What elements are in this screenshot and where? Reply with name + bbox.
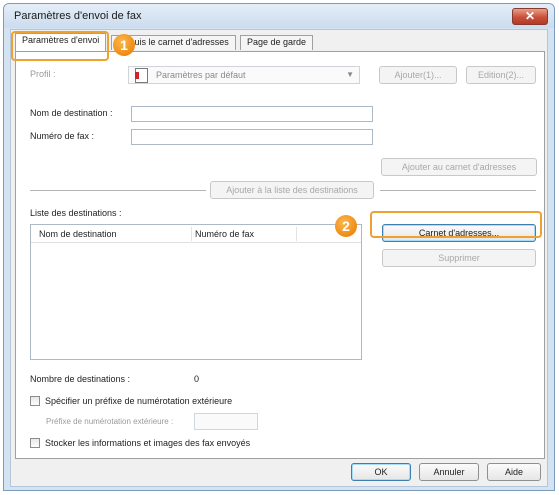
callout-badge-1: 1 xyxy=(113,34,135,56)
destination-count-value: 0 xyxy=(194,374,200,384)
prefix-checkbox-label[interactable]: Spécifier un préfixe de numérotation ext… xyxy=(45,396,232,406)
divider-left xyxy=(30,190,206,191)
column-fax-number[interactable]: Numéro de fax xyxy=(195,229,254,239)
tab-send-settings[interactable]: Paramètres d'envoi xyxy=(15,33,107,51)
profile-selected-value: Paramètres par défaut xyxy=(156,70,246,80)
destination-name-label: Nom de destination : xyxy=(30,108,113,118)
divider-right xyxy=(380,190,536,191)
prefix-checkbox[interactable] xyxy=(30,396,40,406)
close-button[interactable]: ✕ xyxy=(512,8,548,25)
destination-list-label: Liste des destinations : xyxy=(30,208,122,218)
ok-button[interactable]: OK xyxy=(351,463,411,481)
send-settings-panel: Profil : Paramètres par défaut ▼ Ajouter… xyxy=(15,51,545,459)
prefix-field-label: Préfixe de numérotation extérieure : xyxy=(46,417,174,426)
title-bar: Paramètres d'envoi de fax ✕ xyxy=(4,4,554,28)
destination-list-header: Nom de destination Numéro de fax xyxy=(31,225,361,243)
window-title: Paramètres d'envoi de fax xyxy=(14,10,142,22)
dialog-client-area: Paramètres d'envoi Depuis le carnet d'ad… xyxy=(10,29,548,487)
profile-select: Paramètres par défaut ▼ xyxy=(128,66,360,84)
callout-badge-2: 2 xyxy=(335,215,357,237)
tab-cover-page[interactable]: Page de garde xyxy=(240,35,314,50)
column-separator xyxy=(191,227,192,241)
profile-label: Profil : xyxy=(30,69,56,79)
delete-button: Supprimer xyxy=(382,249,536,267)
add-profile-button: Ajouter(1)... xyxy=(379,66,457,84)
help-button[interactable]: Aide xyxy=(487,463,541,481)
prefix-input xyxy=(194,413,258,430)
column-separator xyxy=(296,227,297,241)
add-to-addressbook-button: Ajouter au carnet d'adresses xyxy=(381,158,537,176)
fax-number-input[interactable] xyxy=(131,129,373,145)
edit-profile-button: Edition(2)... xyxy=(466,66,536,84)
add-to-destination-list-button: Ajouter à la liste des destinations xyxy=(210,181,374,199)
store-fax-checkbox[interactable] xyxy=(30,438,40,448)
destination-count-label: Nombre de destinations : xyxy=(30,374,131,384)
cancel-button[interactable]: Annuler xyxy=(419,463,479,481)
callout-highlight-addressbook xyxy=(370,211,542,238)
store-fax-checkbox-label[interactable]: Stocker les informations et images des f… xyxy=(45,438,250,448)
destination-list[interactable]: Nom de destination Numéro de fax xyxy=(30,224,362,360)
fax-number-label: Numéro de fax : xyxy=(30,131,95,141)
column-destination-name[interactable]: Nom de destination xyxy=(39,229,117,239)
chevron-down-icon: ▼ xyxy=(346,70,354,79)
profile-document-icon xyxy=(135,68,148,83)
fax-settings-dialog: Paramètres d'envoi de fax ✕ Paramètres d… xyxy=(3,3,555,491)
destination-name-input[interactable] xyxy=(131,106,373,122)
